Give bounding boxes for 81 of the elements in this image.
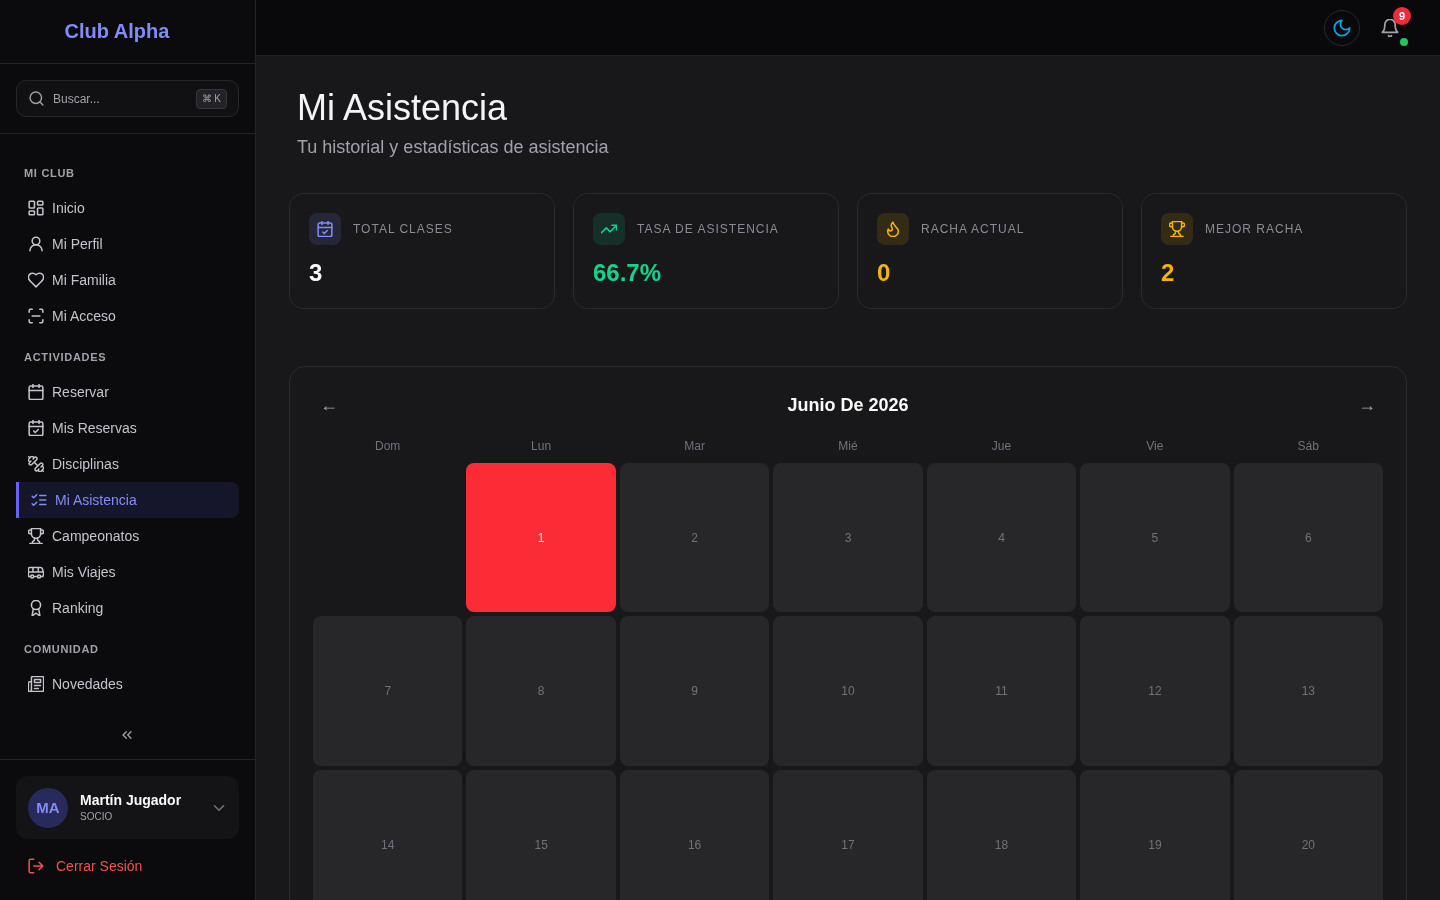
- calendar-day: 3: [773, 463, 923, 613]
- calendar-day: 17: [773, 769, 923, 900]
- page-subtitle: Tu historial y estadísticas de asistencia: [297, 136, 609, 159]
- section-label: ACTIVIDADES: [24, 350, 107, 365]
- calendar-day: 13: [1233, 616, 1384, 766]
- calendar-day: 20: [1233, 769, 1384, 900]
- shortcut-hint: ⌘ K: [195, 89, 227, 109]
- calendar-day: 2: [619, 463, 770, 613]
- stat-label: TASA DE ASISTENCIA: [637, 222, 779, 236]
- stat-label: RACHA ACTUAL: [921, 222, 1025, 236]
- stat-value: 2: [1161, 258, 1175, 288]
- stat-value: 0: [877, 258, 891, 288]
- logout-icon: [28, 858, 44, 874]
- nav-item[interactable]: Mi Acceso: [16, 298, 239, 334]
- dashboard-grid-icon: [28, 200, 44, 216]
- stat-label: TOTAL CLASES: [353, 222, 453, 236]
- user-name: Martín Jugador: [80, 791, 182, 809]
- weekday-label: Vie: [1146, 438, 1164, 454]
- weekday-label: Mar: [684, 438, 705, 454]
- calendar-day: 18: [926, 769, 1077, 900]
- nav-item[interactable]: Disciplinas: [16, 446, 239, 482]
- trophy-icon: [28, 528, 44, 544]
- nav-item[interactable]: Mi Perfil: [16, 226, 239, 262]
- calendar-day: 16: [619, 769, 770, 900]
- nav-item[interactable]: Ranking: [16, 590, 239, 626]
- nav-item[interactable]: Reservar: [16, 374, 239, 410]
- scan-frame-icon: [28, 308, 44, 324]
- previous-month-button[interactable]: ←: [313, 389, 345, 421]
- user-menu[interactable]: MA Martín Jugador SOCIO: [16, 776, 239, 839]
- calendar-day: 7: [313, 616, 463, 766]
- user-avatar: MA: [28, 787, 68, 828]
- calendar-day: 9: [619, 616, 770, 766]
- user-role: SOCIO: [80, 810, 113, 824]
- checklist-icon: [31, 492, 47, 508]
- month-title: Junio De 2026: [787, 394, 909, 416]
- weekday-label: Dom: [375, 438, 401, 454]
- dumbbell-icon: [28, 456, 44, 472]
- page-title: Mi Asistencia: [297, 86, 508, 130]
- newspaper-icon: [28, 676, 44, 692]
- nav-item[interactable]: Mis Reservas: [16, 410, 239, 446]
- award-ribbon-icon: [28, 600, 44, 616]
- weekday-label: Mié: [838, 438, 858, 454]
- weekday-label: Sáb: [1297, 438, 1319, 454]
- notifications-button[interactable]: 9: [1372, 9, 1408, 46]
- nav-item[interactable]: Mis Viajes: [16, 554, 239, 590]
- logout-button[interactable]: Cerrar Sesión: [16, 848, 155, 884]
- calendar-day: 15: [466, 769, 616, 900]
- user-icon: [28, 236, 44, 252]
- calendar-check-icon: [28, 420, 44, 436]
- section-label: MI CLUB: [24, 166, 75, 181]
- calendar-icon: [28, 384, 44, 400]
- notification-count-badge: 9: [1393, 6, 1411, 25]
- nav-item[interactable]: Campeonatos: [16, 518, 239, 554]
- weekday-label: Jue: [991, 438, 1012, 454]
- calendar-day: 12: [1080, 616, 1230, 766]
- calendar-day: 10: [773, 616, 923, 766]
- bell-icon: [1381, 18, 1399, 37]
- calendar-day: 14: [313, 769, 463, 900]
- calendar-day: 8: [466, 616, 616, 766]
- brand-name: Club Alpha: [64, 20, 170, 43]
- calendar-day: 4: [926, 463, 1077, 613]
- search-icon: [29, 91, 44, 106]
- calendar-day: 19: [1080, 769, 1230, 900]
- weekday-label: Lun: [531, 438, 552, 454]
- calendar-day: 1: [466, 463, 616, 613]
- stat-value: 66.7%: [593, 258, 662, 288]
- calendar-day: 6: [1233, 463, 1384, 613]
- stat-value: 3: [309, 258, 323, 288]
- nav-item[interactable]: Inicio: [16, 190, 239, 226]
- heart-icon: [28, 272, 44, 288]
- double-chevron-left-icon: [120, 728, 134, 742]
- nav-item[interactable]: Mi Familia: [16, 262, 239, 298]
- calendar-day: 11: [926, 616, 1077, 766]
- nav-item[interactable]: Novedades: [16, 666, 239, 702]
- moon-icon: [1333, 18, 1351, 37]
- section-label: COMUNIDAD: [24, 642, 99, 657]
- stat-label: MEJOR RACHA: [1205, 222, 1304, 236]
- nav-item[interactable]: Mi Asistencia: [16, 482, 239, 518]
- next-month-button[interactable]: →: [1351, 389, 1383, 421]
- bus-icon: [28, 564, 44, 580]
- calendar-day: 5: [1080, 463, 1230, 613]
